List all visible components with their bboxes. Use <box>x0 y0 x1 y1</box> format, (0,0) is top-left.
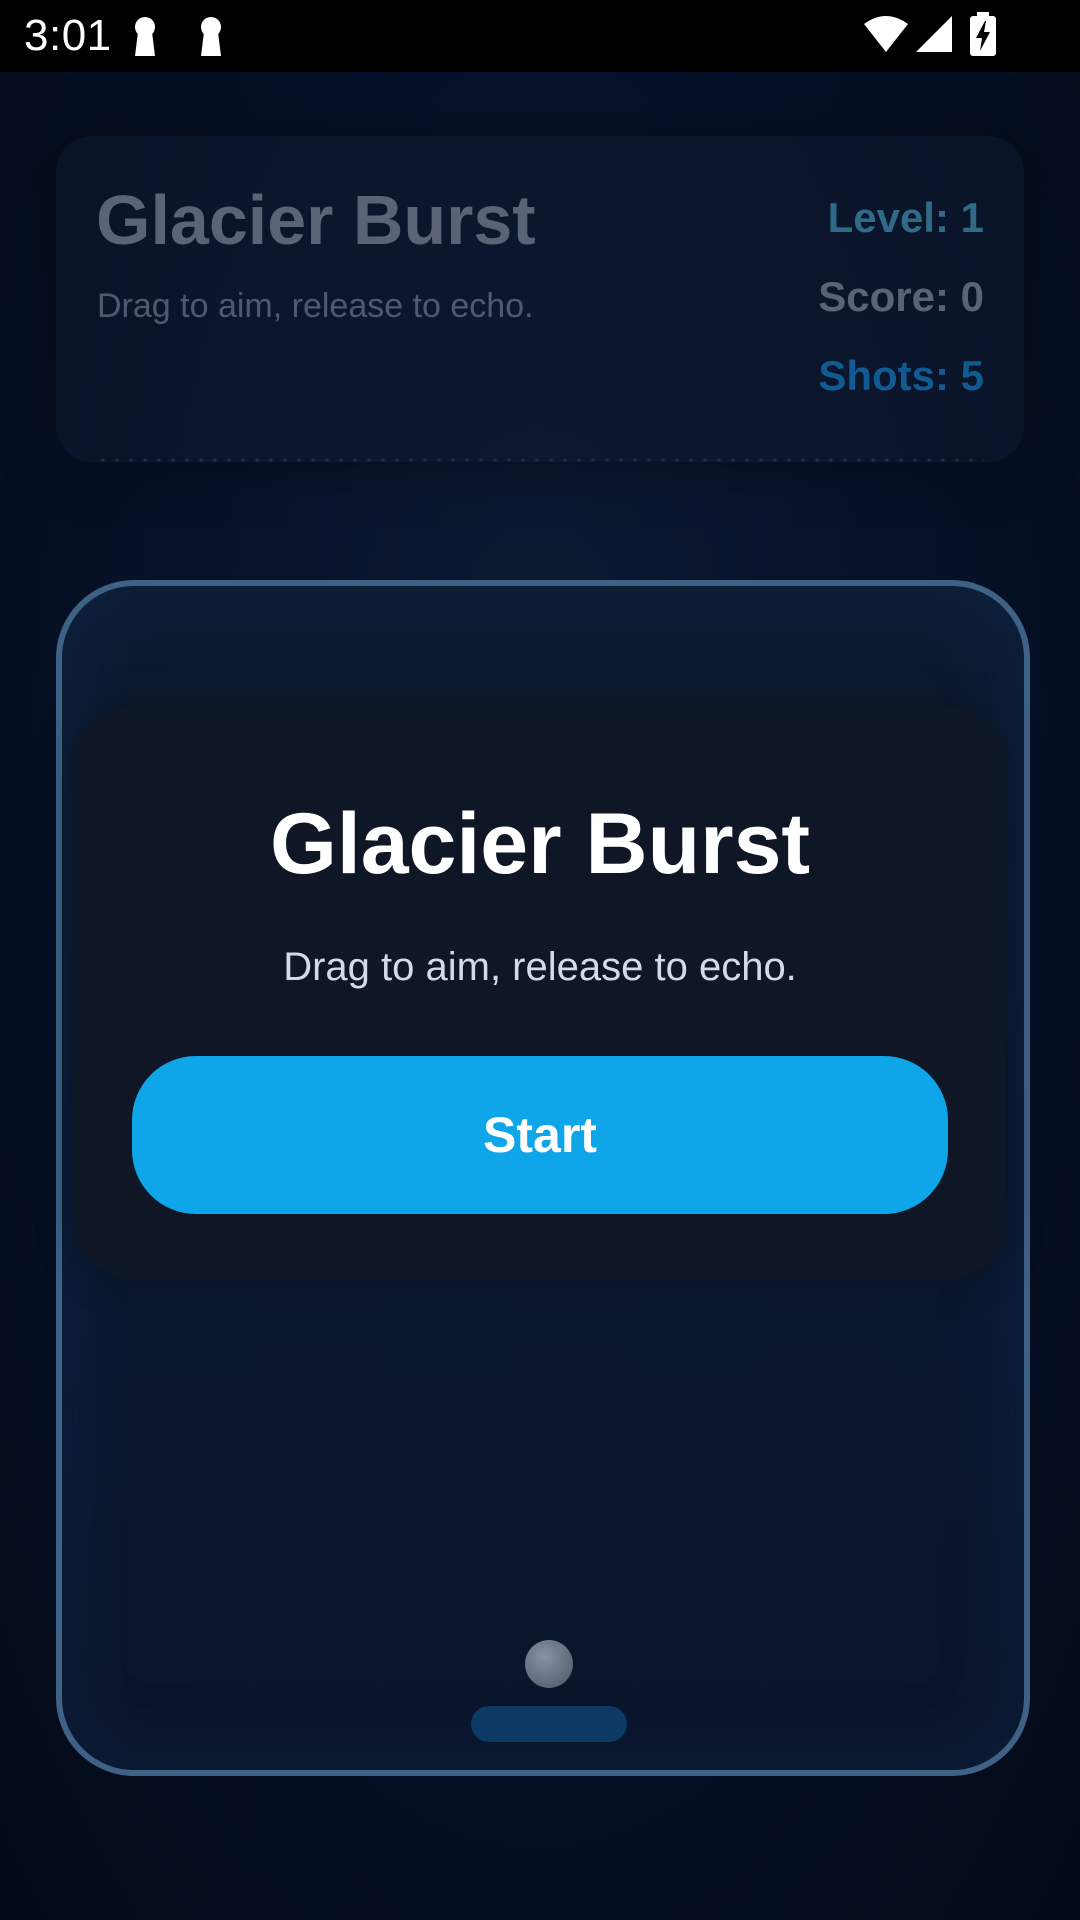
overlay-subtitle: Drag to aim, release to echo. <box>283 945 797 989</box>
shots-counter: Shots: 5 <box>818 352 984 399</box>
level-counter: Level: 1 <box>827 194 984 241</box>
game-screen: 3:01 Glacier Burst Drag to aim, release … <box>0 0 1080 1920</box>
header-title: Glacier Burst <box>96 181 536 259</box>
status-bar: 3:01 <box>0 0 1080 72</box>
divider <box>96 458 984 462</box>
keyhole-icon <box>201 17 221 56</box>
start-button[interactable]: Start <box>132 1056 948 1214</box>
status-time: 3:01 <box>24 11 112 60</box>
wifi-icon <box>864 16 908 52</box>
ball[interactable] <box>525 1640 573 1688</box>
launcher-paddle[interactable] <box>471 1706 627 1742</box>
keyhole-icon <box>135 17 155 56</box>
signal-icon <box>916 16 952 52</box>
header-subtitle: Drag to aim, release to echo. <box>97 287 534 325</box>
score-counter: Score: 0 <box>818 273 984 320</box>
overlay-title: Glacier Burst <box>269 796 811 892</box>
battery-charging-icon <box>970 12 996 56</box>
